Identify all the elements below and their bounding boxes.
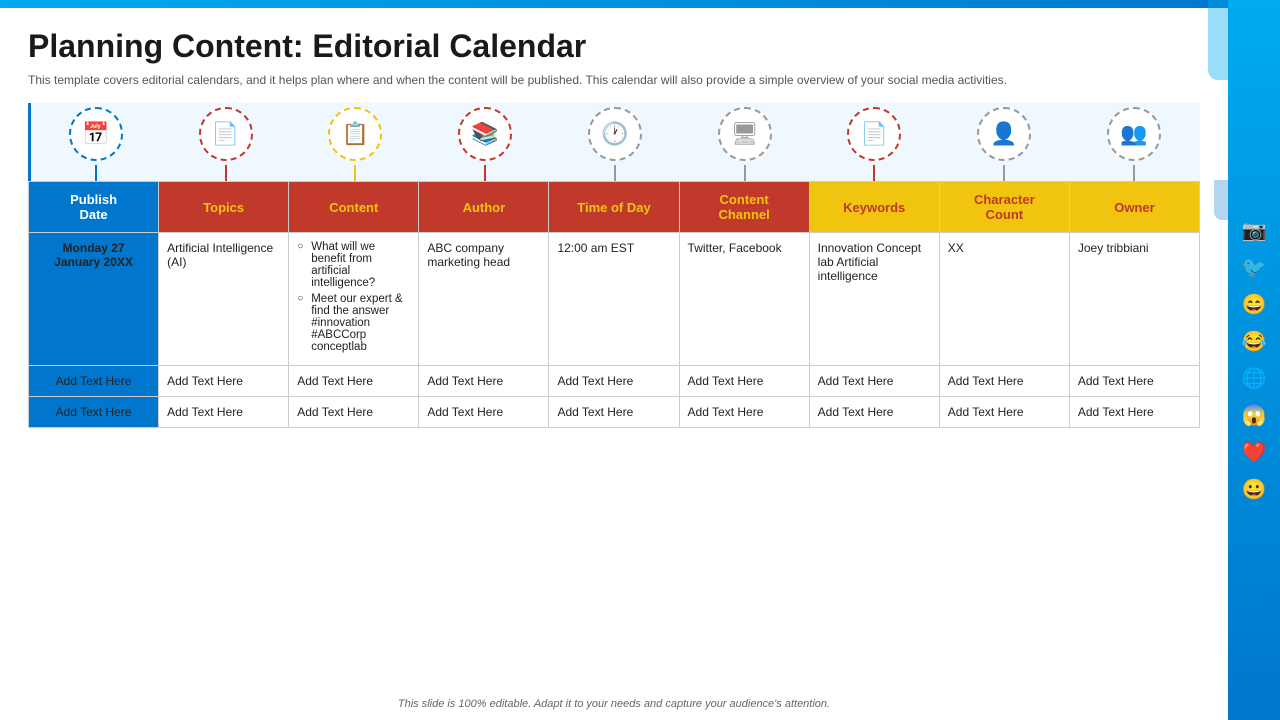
page-title: Planning Content: Editorial Calendar bbox=[28, 28, 1200, 65]
td-author-1: ABC company marketing head bbox=[419, 233, 549, 366]
icon-stem-7 bbox=[873, 165, 875, 181]
calendar-icon: 📅 bbox=[69, 107, 123, 161]
icon-stem-3 bbox=[354, 165, 356, 181]
page-subtitle: This template covers editorial calendars… bbox=[28, 73, 1200, 87]
td-publish-date-2: Add Text Here bbox=[29, 366, 159, 397]
icon-col-topics: 📄 bbox=[161, 103, 291, 181]
keywords-icon: 📄 bbox=[847, 107, 901, 161]
td-time-1: 12:00 am EST bbox=[549, 233, 679, 366]
icon-stem-9 bbox=[1133, 165, 1135, 181]
td-author-3: Add Text Here bbox=[419, 397, 549, 428]
content-bullet-2: Meet our expert & find the answer #innov… bbox=[297, 293, 410, 353]
icon-col-content: 📋 bbox=[291, 103, 421, 181]
td-keywords-2: Add Text Here bbox=[809, 366, 939, 397]
th-topics: Topics bbox=[159, 182, 289, 233]
icon-stem-1 bbox=[95, 165, 97, 181]
td-time-3: Add Text Here bbox=[549, 397, 679, 428]
main-content: Planning Content: Editorial Calendar Thi… bbox=[0, 8, 1228, 720]
table-row-1: Monday 27January 20XX Artificial Intelli… bbox=[29, 233, 1200, 366]
td-charcount-1: XX bbox=[939, 233, 1069, 366]
td-author-2: Add Text Here bbox=[419, 366, 549, 397]
content-icon: 📋 bbox=[328, 107, 382, 161]
icon-col-keywords: 📄 bbox=[810, 103, 940, 181]
td-content-2: Add Text Here bbox=[289, 366, 419, 397]
th-time: Time of Day bbox=[549, 182, 679, 233]
content-bullet-1: What will we benefit from artificial int… bbox=[297, 241, 410, 289]
td-time-2: Add Text Here bbox=[549, 366, 679, 397]
td-charcount-3: Add Text Here bbox=[939, 397, 1069, 428]
th-owner: Owner bbox=[1069, 182, 1199, 233]
icon-col-owner: 👥 bbox=[1069, 103, 1199, 181]
sidebar-emoji-3: 😄 bbox=[1242, 292, 1267, 317]
icon-stem-8 bbox=[1003, 165, 1005, 181]
td-content-3: Add Text Here bbox=[289, 397, 419, 428]
icon-stem-2 bbox=[225, 165, 227, 181]
sidebar-emoji-6: 😱 bbox=[1242, 403, 1267, 428]
td-keywords-1: Innovation Concept lab Artificial intell… bbox=[809, 233, 939, 366]
td-charcount-2: Add Text Here bbox=[939, 366, 1069, 397]
td-keywords-3: Add Text Here bbox=[809, 397, 939, 428]
icon-col-charcount: 👤 bbox=[939, 103, 1069, 181]
sidebar-emoji-2: 🐦 bbox=[1242, 255, 1267, 280]
calendar-table: PublishDate Topics Content Author Time o… bbox=[28, 181, 1200, 428]
topics-icon: 📄 bbox=[199, 107, 253, 161]
sidebar-emoji-5: 🌐 bbox=[1242, 366, 1267, 391]
th-channel: ContentChannel bbox=[679, 182, 809, 233]
icon-row: 📅 📄 📋 📚 🕐 🖥 📄 bbox=[28, 103, 1200, 181]
right-sidebar: 📷 🐦 😄 😂 🌐 😱 ❤️ 😀 bbox=[1228, 0, 1280, 720]
sidebar-emoji-7: ❤️ bbox=[1242, 440, 1267, 465]
content-bullets: What will we benefit from artificial int… bbox=[297, 241, 410, 353]
table-header-row: PublishDate Topics Content Author Time o… bbox=[29, 182, 1200, 233]
table-row-3: Add Text Here Add Text Here Add Text Her… bbox=[29, 397, 1200, 428]
icon-col-channel: 🖥 bbox=[680, 103, 810, 181]
td-owner-1: Joey tribbiani bbox=[1069, 233, 1199, 366]
td-publish-date-1: Monday 27January 20XX bbox=[29, 233, 159, 366]
th-author: Author bbox=[419, 182, 549, 233]
icon-stem-6 bbox=[744, 165, 746, 181]
td-owner-3: Add Text Here bbox=[1069, 397, 1199, 428]
top-bar bbox=[0, 0, 1280, 8]
channel-icon: 🖥 bbox=[718, 107, 772, 161]
td-topics-3: Add Text Here bbox=[159, 397, 289, 428]
th-charcount: CharacterCount bbox=[939, 182, 1069, 233]
time-icon: 🕐 bbox=[588, 107, 642, 161]
th-content: Content bbox=[289, 182, 419, 233]
td-content-1: What will we benefit from artificial int… bbox=[289, 233, 419, 366]
td-channel-2: Add Text Here bbox=[679, 366, 809, 397]
charcount-icon: 👤 bbox=[977, 107, 1031, 161]
icon-col-author: 📚 bbox=[420, 103, 550, 181]
icon-stem-5 bbox=[614, 165, 616, 181]
th-keywords: Keywords bbox=[809, 182, 939, 233]
author-icon: 📚 bbox=[458, 107, 512, 161]
sidebar-emoji-8: 😀 bbox=[1242, 477, 1267, 502]
td-topics-2: Add Text Here bbox=[159, 366, 289, 397]
sidebar-emoji-1: 📷 bbox=[1242, 218, 1267, 243]
td-channel-1: Twitter, Facebook bbox=[679, 233, 809, 366]
icon-col-time: 🕐 bbox=[550, 103, 680, 181]
icon-stem-4 bbox=[484, 165, 486, 181]
sidebar-emoji-4: 😂 bbox=[1242, 329, 1267, 354]
table-row-2: Add Text Here Add Text Here Add Text Her… bbox=[29, 366, 1200, 397]
owner-icon: 👥 bbox=[1107, 107, 1161, 161]
td-publish-date-3: Add Text Here bbox=[29, 397, 159, 428]
td-topics-1: Artificial Intelligence (AI) bbox=[159, 233, 289, 366]
td-channel-3: Add Text Here bbox=[679, 397, 809, 428]
td-owner-2: Add Text Here bbox=[1069, 366, 1199, 397]
icon-col-publish: 📅 bbox=[31, 103, 161, 181]
footer-text: This slide is 100% editable. Adapt it to… bbox=[0, 698, 1228, 710]
th-publish: PublishDate bbox=[29, 182, 159, 233]
